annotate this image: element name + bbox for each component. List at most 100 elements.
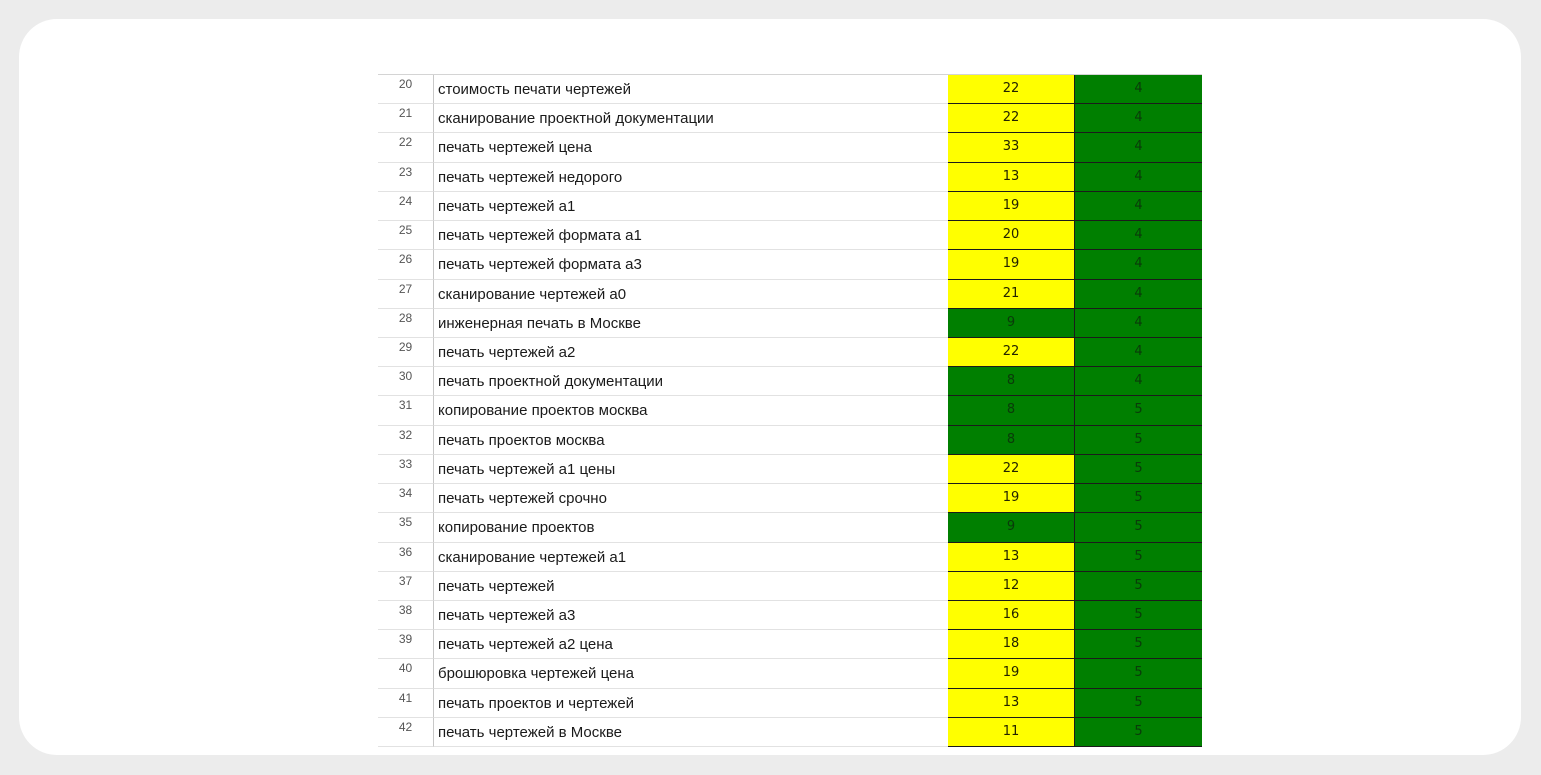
row-number[interactable]: 34 [378, 484, 434, 514]
score-cell[interactable]: 5 [1075, 600, 1202, 631]
frequency-cell[interactable]: 8 [948, 425, 1075, 455]
keyword-cell[interactable]: копирование проектов москва [434, 396, 948, 426]
score-cell[interactable]: 5 [1075, 513, 1202, 543]
keyword-cell[interactable]: печать чертежей срочно [434, 484, 948, 514]
row-number[interactable]: 33 [378, 454, 434, 485]
score-cell[interactable]: 4 [1075, 250, 1202, 280]
table-row: 38 печать чертежей а3 16 5 [378, 600, 1202, 631]
keyword-cell[interactable]: инженерная печать в Москве [434, 309, 948, 338]
frequency-cell[interactable]: 22 [948, 104, 1075, 134]
frequency-cell[interactable]: 19 [948, 484, 1075, 514]
score-cell[interactable]: 4 [1075, 279, 1202, 309]
keyword-cell[interactable]: сканирование чертежей а0 [434, 280, 948, 309]
score-cell[interactable]: 4 [1075, 308, 1202, 338]
table-row: 42 печать чертежей в Москве 11 5 [378, 717, 1202, 748]
score-cell[interactable]: 4 [1075, 162, 1202, 192]
keyword-cell[interactable]: печать чертежей а1 [434, 192, 948, 222]
keyword-cell[interactable]: печать проектной документации [434, 367, 948, 397]
score-cell[interactable]: 4 [1075, 75, 1202, 105]
score-cell[interactable]: 5 [1075, 717, 1202, 748]
frequency-cell[interactable]: 8 [948, 367, 1075, 397]
row-number[interactable]: 20 [378, 75, 434, 105]
frequency-cell[interactable]: 13 [948, 542, 1075, 572]
keyword-cell[interactable]: стоимость печати чертежей [434, 75, 948, 105]
frequency-cell[interactable]: 19 [948, 250, 1075, 280]
row-number[interactable]: 29 [378, 337, 434, 368]
row-number[interactable]: 24 [378, 191, 434, 222]
frequency-cell[interactable]: 19 [948, 659, 1075, 689]
row-number[interactable]: 27 [378, 279, 434, 309]
keyword-cell[interactable]: брошюровка чертежей цена [434, 659, 948, 689]
keyword-cell[interactable]: печать чертежей а2 цена [434, 630, 948, 660]
table-row: 31 копирование проектов москва 8 5 [378, 396, 1202, 426]
score-cell[interactable]: 5 [1075, 571, 1202, 601]
score-cell[interactable]: 5 [1075, 484, 1202, 514]
table-row: 21 сканирование проектной документации 22 4 [378, 104, 1202, 134]
frequency-cell[interactable]: 20 [948, 221, 1075, 251]
keyword-cell[interactable]: печать проектов москва [434, 426, 948, 455]
frequency-cell[interactable]: 22 [948, 337, 1075, 368]
frequency-cell[interactable]: 9 [948, 308, 1075, 338]
keyword-cell[interactable]: печать чертежей формата а1 [434, 221, 948, 251]
table-row: 20 стоимость печати чертежей 22 4 [378, 75, 1202, 105]
score-cell[interactable]: 5 [1075, 688, 1202, 718]
score-cell[interactable]: 4 [1075, 221, 1202, 251]
keyword-cell[interactable]: печать чертежей а3 [434, 601, 948, 631]
score-cell[interactable]: 5 [1075, 659, 1202, 689]
row-number[interactable]: 28 [378, 308, 434, 338]
row-number[interactable]: 42 [378, 717, 434, 748]
frequency-cell[interactable]: 9 [948, 513, 1075, 543]
keyword-cell[interactable]: печать чертежей формата а3 [434, 250, 948, 280]
frequency-cell[interactable]: 16 [948, 600, 1075, 631]
row-number[interactable]: 25 [378, 221, 434, 251]
frequency-cell[interactable]: 8 [948, 396, 1075, 426]
frequency-cell[interactable]: 12 [948, 571, 1075, 601]
keyword-cell[interactable]: печать чертежей в Москве [434, 718, 948, 748]
row-number[interactable]: 38 [378, 600, 434, 631]
score-cell[interactable]: 4 [1075, 133, 1202, 163]
frequency-cell[interactable]: 13 [948, 162, 1075, 192]
score-cell[interactable]: 5 [1075, 630, 1202, 660]
row-number[interactable]: 39 [378, 630, 434, 660]
frequency-cell[interactable]: 21 [948, 279, 1075, 309]
score-cell[interactable]: 4 [1075, 104, 1202, 134]
score-cell[interactable]: 5 [1075, 396, 1202, 426]
keyword-cell[interactable]: печать чертежей а2 [434, 338, 948, 368]
keyword-cell[interactable]: печать проектов и чертежей [434, 689, 948, 718]
score-cell[interactable]: 4 [1075, 191, 1202, 222]
keyword-cell[interactable]: печать чертежей [434, 572, 948, 601]
frequency-cell[interactable]: 19 [948, 191, 1075, 222]
row-number[interactable]: 26 [378, 250, 434, 280]
row-number[interactable]: 30 [378, 367, 434, 397]
frequency-cell[interactable]: 33 [948, 133, 1075, 163]
keyword-cell[interactable]: сканирование проектной документации [434, 104, 948, 134]
row-number[interactable]: 35 [378, 513, 434, 543]
frequency-cell[interactable]: 22 [948, 454, 1075, 485]
row-number[interactable]: 21 [378, 104, 434, 134]
table-row: 28 инженерная печать в Москве 9 4 [378, 308, 1202, 338]
score-cell[interactable]: 5 [1075, 542, 1202, 572]
keyword-cell[interactable]: печать чертежей цена [434, 133, 948, 163]
score-cell[interactable]: 4 [1075, 337, 1202, 368]
row-number[interactable]: 36 [378, 542, 434, 572]
row-number[interactable]: 31 [378, 396, 434, 426]
row-number[interactable]: 37 [378, 571, 434, 601]
content-card: 20 стоимость печати чертежей 22 4 21 сканиров… [19, 19, 1521, 755]
score-cell[interactable]: 5 [1075, 425, 1202, 455]
row-number[interactable]: 40 [378, 659, 434, 689]
keyword-cell[interactable]: сканирование чертежей а1 [434, 543, 948, 572]
keyword-cell[interactable]: печать чертежей а1 цены [434, 455, 948, 485]
row-number[interactable]: 32 [378, 425, 434, 455]
frequency-cell[interactable]: 13 [948, 688, 1075, 718]
score-cell[interactable]: 4 [1075, 367, 1202, 397]
frequency-cell[interactable]: 11 [948, 717, 1075, 748]
table-row: 25 печать чертежей формата а1 20 4 [378, 221, 1202, 251]
keyword-cell[interactable]: печать чертежей недорого [434, 163, 948, 192]
frequency-cell[interactable]: 22 [948, 75, 1075, 105]
keyword-cell[interactable]: копирование проектов [434, 513, 948, 543]
row-number[interactable]: 41 [378, 688, 434, 718]
frequency-cell[interactable]: 18 [948, 630, 1075, 660]
row-number[interactable]: 23 [378, 162, 434, 192]
row-number[interactable]: 22 [378, 133, 434, 163]
score-cell[interactable]: 5 [1075, 454, 1202, 485]
